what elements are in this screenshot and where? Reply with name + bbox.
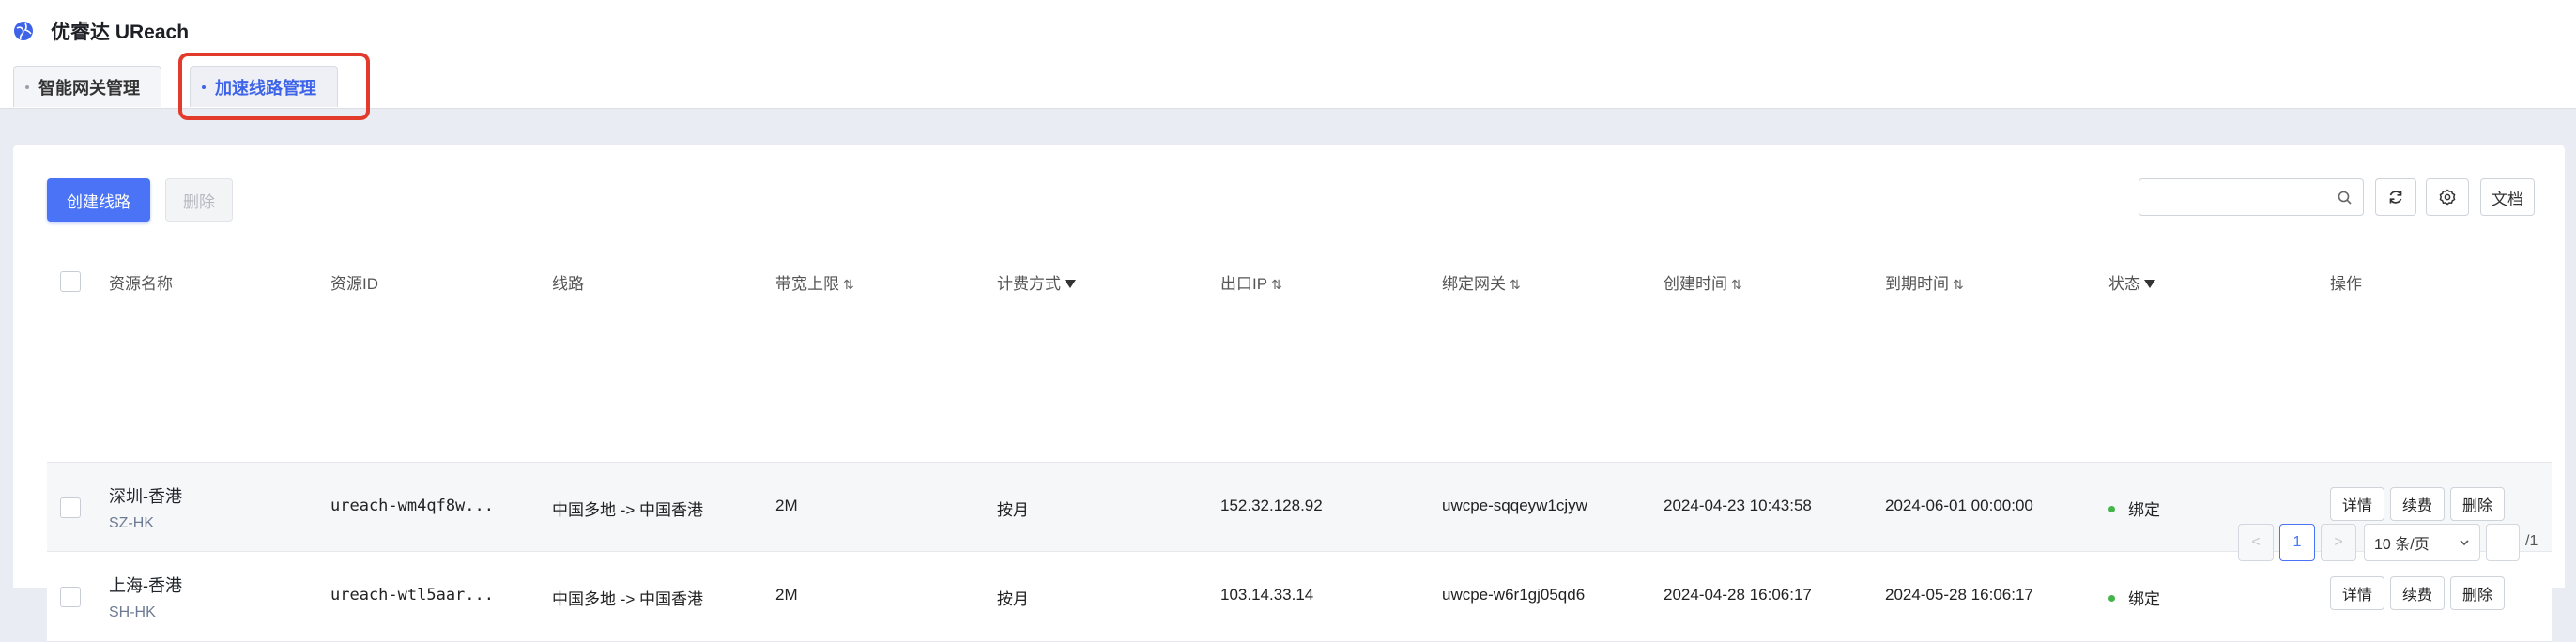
resource-name-cell: 上海-香港 SH-HK xyxy=(109,573,182,621)
bound-gateway: uwcpe-w6r1gj05qd6 xyxy=(1442,586,1586,604)
exit-ip: 103.14.33.14 xyxy=(1220,586,1314,604)
status-text: 绑定 xyxy=(2128,501,2160,519)
resource-name: 深圳-香港 xyxy=(109,487,182,506)
chevron-down-icon xyxy=(2460,540,2469,546)
exit-ip: 152.32.128.92 xyxy=(1220,497,1323,514)
settings-button[interactable] xyxy=(2426,178,2469,216)
resource-name-cell: 深圳-香港 SZ-HK xyxy=(109,483,182,532)
tab-label: 加速线路管理 xyxy=(215,78,316,98)
bandwidth: 2M xyxy=(775,586,798,604)
detail-button[interactable]: 详情 xyxy=(2330,487,2385,521)
filter-icon[interactable] xyxy=(1065,280,1076,289)
resource-code: SH-HK xyxy=(109,604,156,620)
col-expires-label: 到期时间 xyxy=(1885,275,1949,293)
col-name: 资源名称 xyxy=(109,275,173,293)
tab-label: 智能网关管理 xyxy=(38,78,140,98)
row-delete-button[interactable]: 删除 xyxy=(2450,576,2506,610)
col-gateway[interactable]: 绑定网关 ⇅ xyxy=(1442,270,1521,294)
sort-icon[interactable]: ⇅ xyxy=(1271,277,1282,292)
col-route: 线路 xyxy=(552,275,584,293)
sort-icon[interactable]: ⇅ xyxy=(843,277,854,292)
row-checkbox[interactable] xyxy=(60,497,81,518)
col-actions: 操作 xyxy=(2330,275,2362,293)
tab-smart-gateway[interactable]: 智能网关管理 xyxy=(13,66,161,107)
page-size-label: 10 条/页 xyxy=(2374,537,2430,553)
col-created-label: 创建时间 xyxy=(1664,275,1727,293)
row-delete-button[interactable]: 删除 xyxy=(2450,487,2506,521)
filter-icon[interactable] xyxy=(2144,280,2155,289)
tab-dot-icon xyxy=(25,85,29,89)
total-pages: /1 xyxy=(2525,533,2538,549)
table-header: 资源名称 资源ID 线路 带宽上限 ⇅ 计费方式 出口IP ⇅ 绑定网关 ⇅ 创建时间… xyxy=(47,248,2552,315)
page-1-button[interactable]: 1 xyxy=(2279,524,2315,561)
create-line-button[interactable]: 创建线路 xyxy=(47,178,150,222)
resource-code: SZ-HK xyxy=(109,515,154,531)
page-jump-input[interactable] xyxy=(2486,524,2520,561)
renew-button[interactable]: 续费 xyxy=(2390,576,2446,610)
tab-dot-icon xyxy=(202,85,206,89)
col-gateway-label: 绑定网关 xyxy=(1442,275,1506,293)
resource-id: ureach-wm4qf8w... xyxy=(330,497,494,515)
status-dot-icon xyxy=(2108,506,2115,513)
col-expires[interactable]: 到期时间 ⇅ xyxy=(1885,270,1964,294)
page-size-select[interactable]: 10 条/页 xyxy=(2364,524,2480,561)
prev-page-button[interactable]: < xyxy=(2238,524,2274,561)
app-title: 优睿达 UReach xyxy=(51,22,190,43)
brand: 优睿达 UReach xyxy=(13,17,189,45)
tab-accel-line[interactable]: 加速线路管理 xyxy=(190,66,338,107)
delete-button[interactable]: 删除 xyxy=(165,178,233,222)
gear-icon xyxy=(2439,189,2456,206)
col-created[interactable]: 创建时间 ⇅ xyxy=(1664,270,1742,294)
select-all-checkbox[interactable] xyxy=(60,271,81,292)
resource-name: 上海-香港 xyxy=(109,576,182,595)
created-time: 2024-04-23 10:43:58 xyxy=(1664,497,1812,514)
status-badge: 绑定 xyxy=(2108,497,2160,520)
resource-id: ureach-wtl5aar... xyxy=(330,586,494,604)
table-row: 深圳-香港 SZ-HK ureach-wm4qf8w... 中国多地 -> 中国… xyxy=(47,462,2552,552)
expire-time: 2024-05-28 16:06:17 xyxy=(1885,586,2033,604)
globe-logo-icon xyxy=(14,22,33,40)
col-bandwidth-label: 带宽上限 xyxy=(775,275,839,293)
status-badge: 绑定 xyxy=(2108,586,2160,609)
col-ip-label: 出口IP xyxy=(1220,275,1268,293)
col-id: 资源ID xyxy=(330,275,378,293)
main-panel: 创建线路 删除 文档 资源名称 资源ID 线路 带宽上限 ⇅ 计费方式 出口IP… xyxy=(13,145,2565,642)
sort-icon[interactable]: ⇅ xyxy=(1510,277,1521,292)
col-status[interactable]: 状态 xyxy=(2108,270,2155,294)
route: 中国多地 -> 中国香港 xyxy=(552,501,704,519)
col-ip[interactable]: 出口IP ⇅ xyxy=(1220,270,1282,294)
sort-icon[interactable]: ⇅ xyxy=(1731,277,1742,292)
refresh-icon xyxy=(2389,191,2402,204)
refresh-button[interactable] xyxy=(2375,178,2416,216)
expire-time: 2024-06-01 00:00:00 xyxy=(1885,497,2033,514)
app-header: 优睿达 UReach 智能网关管理 加速线路管理 xyxy=(0,0,2576,120)
status-text: 绑定 xyxy=(2128,590,2160,608)
docs-button[interactable]: 文档 xyxy=(2480,178,2535,216)
search-box[interactable] xyxy=(2139,178,2364,216)
col-bandwidth[interactable]: 带宽上限 ⇅ xyxy=(775,270,854,294)
billing: 按月 xyxy=(997,590,1029,608)
row-checkbox[interactable] xyxy=(60,587,81,607)
search-icon[interactable] xyxy=(2337,190,2354,206)
detail-button[interactable]: 详情 xyxy=(2330,576,2385,610)
sort-icon[interactable]: ⇅ xyxy=(1953,277,1964,292)
table-row: 上海-香港 SH-HK ureach-wtl5aar... 中国多地 -> 中国… xyxy=(47,552,2552,642)
bandwidth: 2M xyxy=(775,497,798,514)
col-billing-label: 计费方式 xyxy=(997,275,1061,293)
bound-gateway: uwcpe-sqqeyw1cjyw xyxy=(1442,497,1587,514)
created-time: 2024-04-28 16:06:17 xyxy=(1664,586,1812,604)
status-dot-icon xyxy=(2108,595,2115,603)
renew-button[interactable]: 续费 xyxy=(2390,487,2446,521)
col-billing[interactable]: 计费方式 xyxy=(997,270,1076,294)
billing: 按月 xyxy=(997,501,1029,519)
search-input[interactable] xyxy=(2139,179,2327,215)
col-status-label: 状态 xyxy=(2108,275,2140,293)
route: 中国多地 -> 中国香港 xyxy=(552,590,704,608)
next-page-button[interactable]: > xyxy=(2321,524,2356,561)
